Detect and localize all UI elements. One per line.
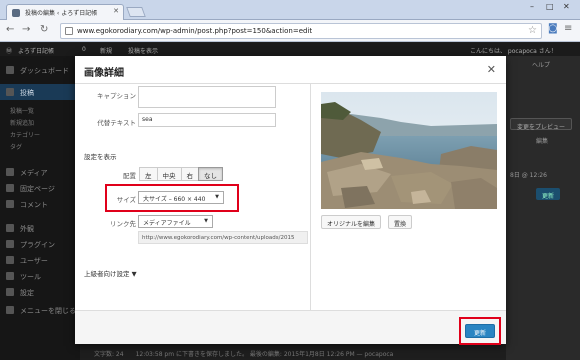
media-icon	[6, 168, 14, 176]
minimize-icon[interactable]: –	[530, 2, 534, 11]
align-label: 配置	[123, 172, 136, 180]
close-icon[interactable]: ✕	[487, 63, 496, 76]
link-to-select-value: メディアファイル	[143, 220, 191, 227]
image-preview	[321, 92, 497, 209]
align-right-button[interactable]: 右	[180, 167, 199, 181]
align-none-button[interactable]: なし	[198, 167, 223, 181]
align-center-button[interactable]: 中央	[156, 167, 182, 181]
size-select[interactable]: 大サイズ – 660 × 440 ▼	[138, 191, 224, 204]
link-to-select[interactable]: メディアファイル ▼	[138, 215, 213, 228]
maximize-icon[interactable]: □	[546, 2, 554, 11]
link-url-field[interactable]: http://www.egokorodiary.com/wp-content/u…	[138, 231, 308, 244]
settings-pane: キャプション 代替テキスト sea 設定を表示 配置 左 中央 右 なし サイズ…	[75, 84, 311, 310]
publish-date: 8日 @ 12:26	[510, 172, 547, 179]
tab-close-icon[interactable]: ✕	[113, 7, 119, 15]
browser-tab-bar: 投稿の編集 ‹ よろず日記帳 ✕ – □ ✕	[0, 0, 580, 20]
preview-changes-button[interactable]: 変更をプレビュー	[510, 118, 572, 131]
sidebar-item-settings[interactable]: 設定	[0, 284, 80, 300]
background-right-panel: ヘルプ 変更をプレビュー 編集 8日 @ 12:26 更新	[506, 56, 580, 360]
sidebar-item-users[interactable]: ユーザー	[0, 252, 80, 268]
caption-label: キャプション	[97, 92, 136, 100]
address-bar[interactable]: www.egokorodiary.com/wp-admin/post.php?p…	[60, 23, 542, 39]
alt-text-input[interactable]: sea	[138, 113, 276, 127]
menu-icon[interactable]: ≡	[564, 23, 572, 34]
admin-comments[interactable]: 0	[82, 46, 86, 53]
page-icon	[65, 27, 73, 35]
user-icon	[6, 256, 14, 264]
image-preview-pane: オリジナルを編集 置換	[312, 84, 506, 310]
dropdown-arrow-icon: ▼	[204, 218, 208, 224]
admin-greeting[interactable]: こんにちは、 pocapoca さん！	[470, 46, 557, 55]
back-icon[interactable]: ←	[6, 24, 14, 35]
admin-sidebar: ダッシュボード 投稿 投稿一覧 新規追加 カテゴリー タグ メディア 固定ページ…	[0, 56, 80, 360]
align-button-group: 左 中央 右 なし	[139, 167, 223, 181]
extension-camera-icon[interactable]: ◙	[548, 23, 558, 34]
dashboard-icon	[6, 66, 14, 74]
settings-icon	[6, 288, 14, 296]
replace-button[interactable]: 置換	[388, 215, 413, 229]
link-to-label: リンク先	[110, 220, 136, 228]
background-footer: 文字数: 24 12:03:58 pm に下書きを保存しました。 最後の編集: …	[94, 351, 394, 358]
sidebar-collapse[interactable]: メニューを閉じる	[0, 302, 80, 318]
coastal-photo	[321, 92, 497, 209]
sidebar-sub-category[interactable]: カテゴリー	[10, 130, 40, 139]
admin-new[interactable]: 新規	[100, 46, 112, 55]
display-settings-heading: 設定を表示	[84, 153, 117, 161]
sidebar-item-appearance[interactable]: 外観	[0, 220, 80, 236]
sidebar-item-pages[interactable]: 固定ページ	[0, 180, 80, 196]
sidebar-sub-tag[interactable]: タグ	[10, 142, 22, 151]
sidebar-item-tools[interactable]: ツール	[0, 268, 80, 284]
size-label: サイズ	[116, 196, 136, 204]
modal-header: 画像詳細 ✕	[75, 56, 506, 84]
sidebar-sub-all-posts[interactable]: 投稿一覧	[10, 106, 34, 115]
help-tab[interactable]: ヘルプ	[532, 60, 550, 69]
background-update-button[interactable]: 更新	[536, 188, 560, 200]
collapse-icon	[6, 306, 14, 314]
pin-icon	[6, 88, 14, 96]
forward-icon[interactable]: →	[22, 24, 30, 35]
address-text: www.egokorodiary.com/wp-admin/post.php?p…	[77, 27, 313, 35]
advanced-settings-toggle[interactable]: 上級者向け設定 ▼	[84, 268, 137, 278]
page-icon	[6, 184, 14, 192]
modal-footer: 更新	[75, 310, 506, 345]
admin-view-post[interactable]: 投稿を表示	[128, 46, 158, 55]
bookmark-star-icon[interactable]: ☆	[528, 25, 537, 36]
comment-icon	[6, 200, 14, 208]
modal-title: 画像詳細	[84, 68, 124, 79]
size-select-value: 大サイズ – 660 × 440	[143, 196, 206, 203]
brush-icon	[6, 224, 14, 232]
browser-tab[interactable]: 投稿の編集 ‹ よろず日記帳 ✕	[6, 4, 124, 20]
dropdown-arrow-icon: ▼	[215, 194, 219, 200]
alt-text-label: 代替テキスト	[97, 119, 136, 127]
sidebar-item-dashboard[interactable]: ダッシュボード	[0, 62, 80, 78]
reload-icon[interactable]: ↻	[40, 24, 48, 35]
admin-site-name[interactable]: よろず日記帳	[18, 46, 54, 55]
sidebar-item-comments[interactable]: コメント	[0, 196, 80, 212]
caption-textarea[interactable]	[138, 86, 276, 108]
sidebar-item-posts[interactable]: 投稿	[0, 84, 80, 100]
new-tab-button[interactable]	[126, 7, 146, 17]
tab-title: 投稿の編集 ‹ よろず日記帳	[25, 10, 98, 17]
image-details-modal: 画像詳細 ✕ キャプション 代替テキスト sea 設定を表示 配置 左 中央 右…	[75, 56, 506, 345]
plugin-icon	[6, 240, 14, 248]
align-left-button[interactable]: 左	[139, 167, 158, 181]
update-button[interactable]: 更新	[465, 324, 495, 338]
edit-link[interactable]: 編集	[536, 136, 548, 145]
sidebar-sub-new[interactable]: 新規追加	[10, 118, 34, 127]
window-close-icon[interactable]: ✕	[563, 2, 570, 11]
sidebar-item-plugins[interactable]: プラグイン	[0, 236, 80, 252]
browser-nav-bar: ← → ↻ www.egokorodiary.com/wp-admin/post…	[0, 20, 580, 42]
edit-original-button[interactable]: オリジナルを編集	[321, 215, 382, 229]
sidebar-item-media[interactable]: メディア	[0, 164, 80, 180]
wp-logo-icon[interactable]: Ⓦ	[6, 46, 12, 55]
favicon-icon	[12, 9, 20, 17]
wp-admin-bar: Ⓦ よろず日記帳 0 新規 投稿を表示 こんにちは、 pocapoca さん！	[0, 43, 580, 56]
wrench-icon	[6, 272, 14, 280]
